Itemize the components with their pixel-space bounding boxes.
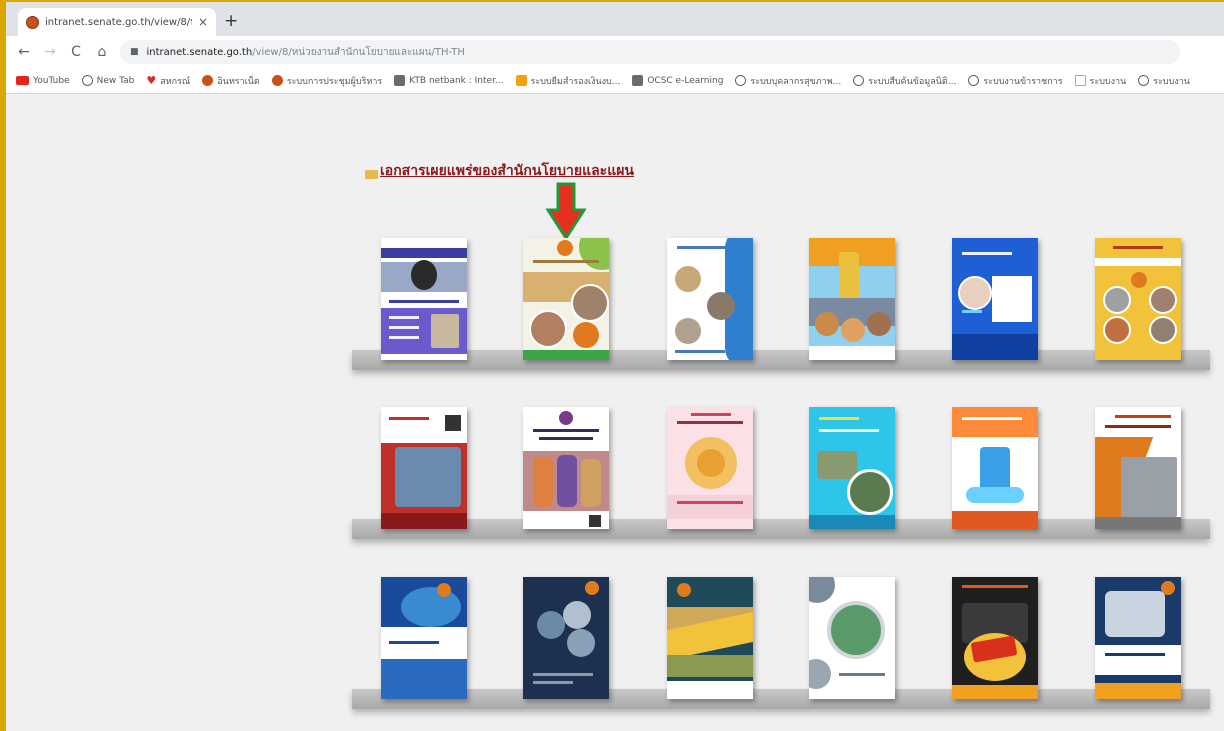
- red-arrow-annotation: [546, 182, 586, 240]
- browser-toolbar: ← → C ⌂ ■ intranet.senate.go.th/view/8/ห…: [6, 36, 1224, 68]
- new-tab-button[interactable]: +: [224, 11, 238, 31]
- globe-icon: [81, 75, 93, 86]
- publications-heading[interactable]: เอกสารเผยแพร่ของสำนักนโยบายและแผน: [365, 160, 634, 182]
- publication-cover[interactable]: [667, 577, 753, 699]
- window-frame-left: [0, 0, 6, 731]
- publication-cover[interactable]: [381, 238, 467, 360]
- back-icon[interactable]: ←: [16, 44, 32, 60]
- publication-cover[interactable]: [1095, 238, 1181, 360]
- globe-icon: [853, 75, 865, 86]
- senate-favicon-icon: [26, 15, 39, 29]
- publication-cover[interactable]: [1095, 577, 1181, 699]
- publication-cover[interactable]: [381, 577, 467, 699]
- globe-icon: [1138, 75, 1150, 86]
- home-icon[interactable]: ⌂: [94, 44, 110, 60]
- publication-cover[interactable]: [667, 407, 753, 529]
- bookshelf-row-2: [352, 519, 1210, 539]
- folder-icon: [365, 169, 378, 179]
- publication-cover[interactable]: [952, 407, 1038, 529]
- bookmark-health[interactable]: ระบบบุคลากรสุขภาพ...: [735, 74, 841, 88]
- bookmark-system[interactable]: ระบบงาน: [1074, 74, 1126, 88]
- publication-cover[interactable]: [667, 238, 753, 360]
- address-bar[interactable]: ■ intranet.senate.go.th/view/8/หน่วยงานส…: [120, 40, 1180, 64]
- bookmark-budget[interactable]: ระบบยืมสำรองเงินงบ...: [515, 74, 620, 88]
- bookmark-youtube[interactable]: YouTube: [16, 76, 70, 86]
- publication-cover[interactable]: [1095, 407, 1181, 529]
- bookshelf-row-1: [352, 350, 1210, 370]
- bookmarks-bar: YouTube New Tab ♥ สหกรณ์ อินทราเน็ต ระบบก…: [6, 68, 1224, 94]
- bookmark-intranet[interactable]: อินทราเน็ต: [202, 74, 260, 88]
- bookmark-ocsc[interactable]: OCSC e-Learning: [632, 75, 723, 86]
- browser-tab[interactable]: intranet.senate.go.th/view/8/หน่วยงาน/..…: [18, 8, 216, 36]
- bookmark-ktb[interactable]: KTB netbank : Inter...: [394, 75, 504, 86]
- building-icon: [632, 75, 644, 86]
- bookmark-civil[interactable]: ระบบงานข้าราชการ: [968, 74, 1063, 88]
- tab-title: intranet.senate.go.th/view/8/หน่วยงาน/..…: [45, 16, 192, 28]
- publication-cover[interactable]: [523, 407, 609, 529]
- bookmark-new-tab[interactable]: New Tab: [81, 75, 134, 86]
- publication-cover[interactable]: [809, 407, 895, 529]
- publication-cover[interactable]: [523, 238, 609, 360]
- doc-icon: [515, 75, 527, 86]
- publication-cover[interactable]: [809, 577, 895, 699]
- globe-icon: [735, 75, 747, 86]
- bookshelf-row-3: [352, 689, 1210, 709]
- publication-cover[interactable]: [952, 238, 1038, 360]
- bank-icon: [394, 75, 406, 86]
- url-text[interactable]: intranet.senate.go.th/view/8/หน่วยงานสำน…: [147, 45, 465, 60]
- publication-cover[interactable]: [381, 407, 467, 529]
- globe-icon: [968, 75, 980, 86]
- tab-strip: intranet.senate.go.th/view/8/หน่วยงาน/..…: [6, 2, 1224, 36]
- lock-icon[interactable]: ■: [130, 47, 139, 57]
- publication-cover[interactable]: [523, 577, 609, 699]
- publication-cover[interactable]: [952, 577, 1038, 699]
- heart-icon: ♥: [146, 74, 157, 87]
- page-icon: [1074, 75, 1086, 86]
- forward-icon[interactable]: →: [42, 44, 58, 60]
- page-title[interactable]: เอกสารเผยแพร่ของสำนักนโยบายและแผน: [380, 160, 634, 182]
- reload-icon[interactable]: C: [68, 44, 84, 60]
- publication-cover[interactable]: [809, 238, 895, 360]
- bookmark-legal[interactable]: ระบบสืบค้นข้อมูลนิติ...: [853, 74, 956, 88]
- bookmark-coop[interactable]: ♥ สหกรณ์: [146, 74, 190, 88]
- org-icon: [271, 75, 283, 86]
- close-tab-icon[interactable]: ×: [198, 15, 208, 29]
- bookmark-meeting[interactable]: ระบบการประชุมผู้บริหาร: [271, 74, 382, 88]
- org-icon: [202, 75, 214, 86]
- youtube-icon: [16, 76, 29, 85]
- bookmark-system-2[interactable]: ระบบงาน: [1138, 74, 1190, 88]
